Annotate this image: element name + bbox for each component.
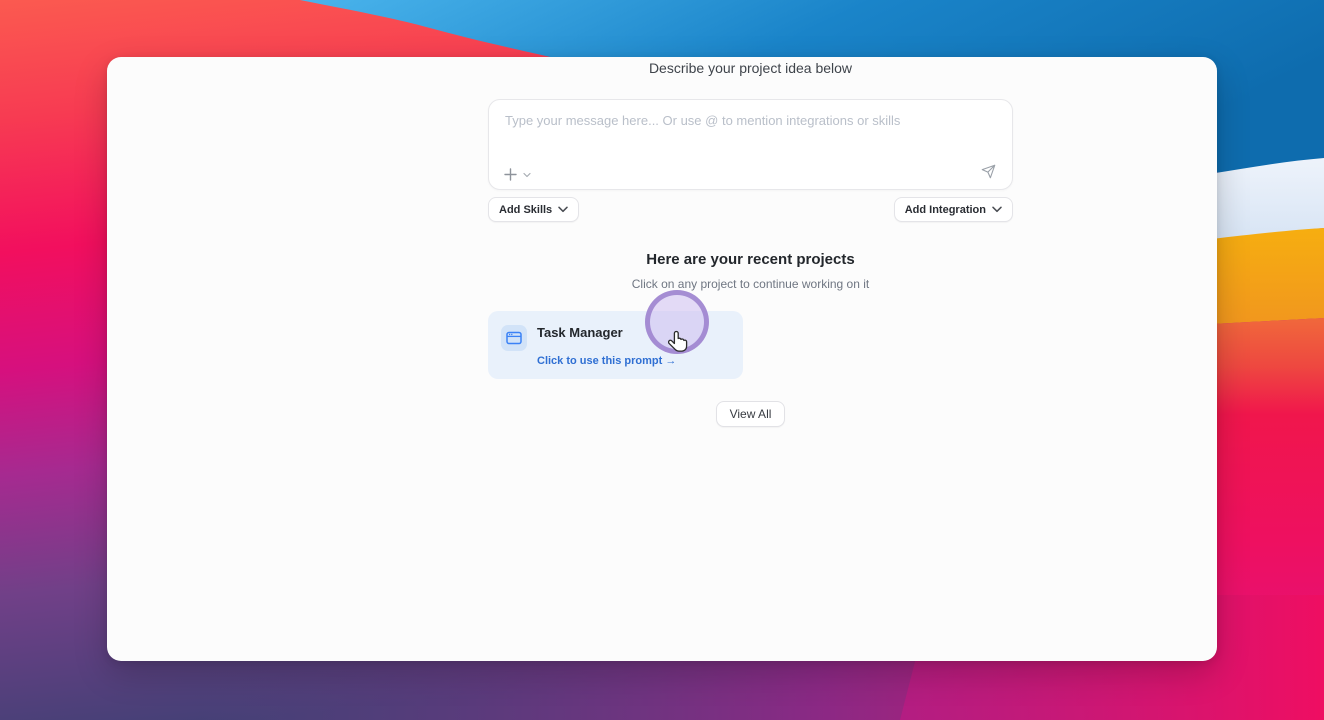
chevron-down-icon — [558, 206, 568, 213]
send-icon — [981, 164, 996, 179]
chevron-down-icon — [523, 172, 531, 178]
send-button[interactable] — [977, 160, 999, 182]
message-input[interactable] — [489, 100, 1012, 158]
project-card-text: Task Manager Click to use this prompt → — [537, 325, 676, 368]
desktop: Describe your project idea below Type yo… — [0, 0, 1324, 720]
recent-projects-title: Here are your recent projects — [646, 251, 855, 268]
add-skills-button[interactable]: Add Skills — [488, 197, 580, 222]
page-title: Describe your project idea below — [648, 60, 853, 76]
add-integration-label: Add Integration — [904, 203, 986, 216]
app-window: Describe your project idea below Type yo… — [107, 57, 1217, 661]
add-skills-label: Add Skills — [499, 203, 553, 216]
quick-actions: Add Skills Add Integration — [488, 197, 1013, 222]
project-name: Task Manager — [537, 325, 623, 340]
chevron-down-icon — [992, 206, 1002, 213]
app-window-icon — [506, 331, 522, 345]
main-content: Describe your project idea below Type yo… — [488, 57, 1013, 427]
project-card-grid: Task Manager Click to use this prompt → — [488, 311, 1013, 379]
recent-projects-subtitle: Click on any project to continue working… — [631, 277, 870, 291]
add-integration-button[interactable]: Add Integration — [893, 197, 1013, 222]
project-card-task-manager[interactable]: Task Manager Click to use this prompt → — [488, 311, 743, 379]
view-all-button[interactable]: View All — [715, 401, 786, 427]
use-prompt-link[interactable]: Click to use this prompt → — [537, 355, 676, 368]
plus-icon — [504, 168, 517, 181]
prompt-composer — [488, 99, 1013, 190]
project-icon-chip — [501, 325, 527, 351]
attach-button[interactable] — [504, 168, 531, 181]
view-all-wrap: View All — [488, 401, 1013, 427]
